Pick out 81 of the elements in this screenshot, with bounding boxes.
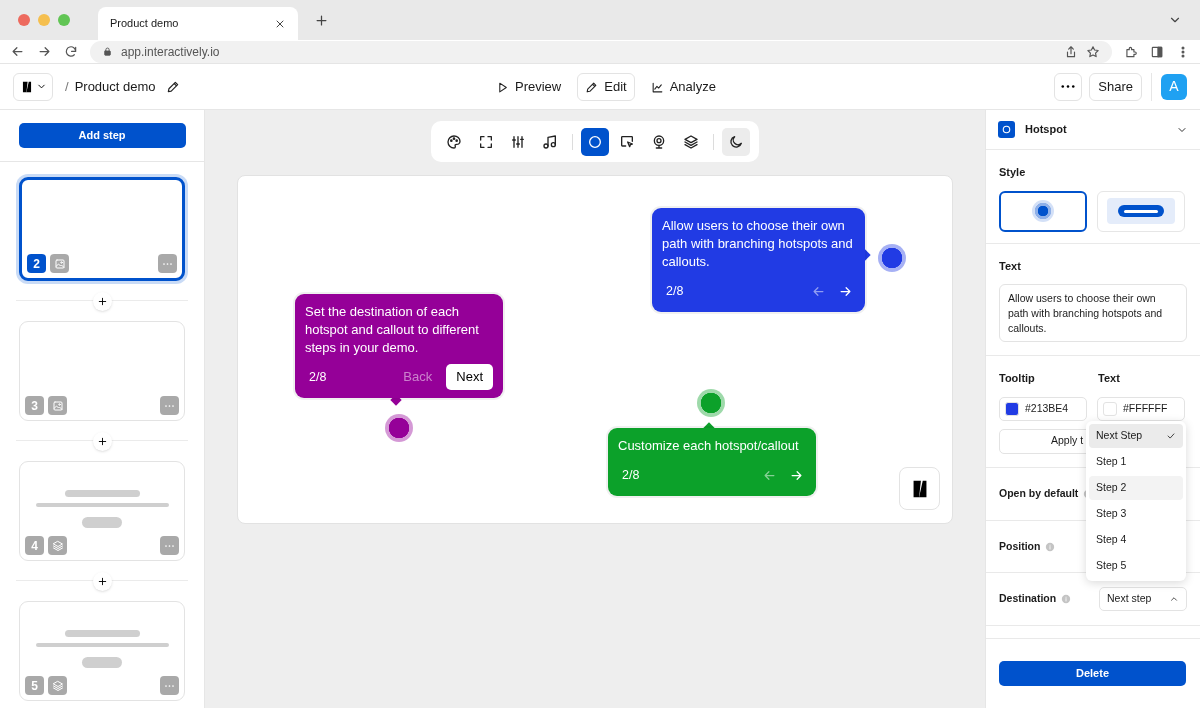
section-label: Text	[1098, 371, 1120, 386]
circle-tool-button[interactable]	[581, 127, 609, 156]
menu-item[interactable]: Step 2	[1089, 476, 1183, 500]
tooltip-text: Allow users to choose their own path with branching hotspots and callouts.	[662, 217, 854, 271]
tooltip-text: Set the destination of each hotspot and callout to different steps in your demo.	[305, 303, 480, 357]
add-step-button[interactable]: Add step	[18, 123, 186, 148]
field-label: Position	[999, 538, 1041, 554]
step-counter: 2/8	[309, 368, 327, 386]
menu-item[interactable]: Next Step	[1089, 424, 1183, 448]
style-option[interactable]	[999, 190, 1087, 232]
check-icon	[1166, 431, 1176, 441]
destination-dropdown[interactable]: Next step	[1099, 587, 1187, 611]
moon-icon	[728, 133, 744, 150]
step-number: 5	[25, 676, 44, 695]
reload-icon[interactable]	[64, 44, 78, 59]
sidebar-icon[interactable]	[1150, 44, 1164, 59]
more-button[interactable]	[1054, 72, 1083, 101]
bar-style-icon	[1107, 198, 1175, 224]
puzzle-icon[interactable]	[1124, 44, 1138, 59]
add-step-between-button[interactable]	[92, 431, 112, 451]
circle-icon	[587, 133, 603, 150]
close-window-button[interactable]	[18, 14, 30, 26]
plus-icon	[96, 575, 108, 587]
pencil-icon	[585, 80, 599, 94]
nav-tab[interactable]: Preview	[488, 73, 570, 101]
plus-icon	[96, 435, 108, 447]
step-thumbnail[interactable]: 2	[19, 177, 185, 281]
back-icon[interactable]	[10, 44, 25, 59]
chart-icon	[650, 80, 664, 94]
forward-icon[interactable]	[37, 44, 52, 59]
dark-mode-button[interactable]	[722, 127, 750, 156]
layers-icon	[683, 133, 699, 150]
more-icon	[164, 404, 175, 407]
more-icon	[1061, 85, 1076, 88]
address-bar[interactable]: app.interactively.io	[90, 40, 1112, 63]
palette-icon	[446, 133, 462, 150]
logo-menu-button[interactable]	[13, 72, 53, 101]
color-field[interactable]: #FFFFFF	[1097, 396, 1185, 421]
sliders-icon	[510, 133, 526, 150]
delete-button[interactable]: Delete	[999, 661, 1186, 686]
new-tab-icon[interactable]	[314, 12, 329, 28]
section-label: Text	[999, 259, 1022, 274]
section-label: Style	[999, 165, 1027, 180]
url-text: app.interactively.io	[121, 43, 220, 61]
music-note-icon	[542, 133, 558, 150]
field-label: Open by default	[999, 486, 1079, 502]
project-title: Product demo	[74, 77, 156, 96]
play-icon	[496, 80, 509, 94]
browser-tab[interactable]: Product demo	[98, 7, 298, 40]
share-button[interactable]: Share	[1089, 72, 1142, 101]
step-number: 3	[25, 396, 44, 415]
step-number: 4	[25, 536, 44, 555]
star-icon[interactable]	[1086, 44, 1100, 59]
plus-icon	[96, 295, 108, 307]
more-icon	[164, 684, 175, 687]
frame-icon	[478, 133, 494, 150]
nav-tab[interactable]: Analyze	[642, 73, 724, 101]
next-button[interactable]: Next	[446, 364, 493, 390]
section-label: Tooltip	[999, 371, 1036, 386]
tooltip-text: Customize each hotspot/callout	[618, 437, 800, 455]
color-field[interactable]: #213BE4	[999, 396, 1087, 421]
step-counter: 2/8	[622, 466, 640, 484]
text-input[interactable]: Allow users to choose their own path with branching hotspots and callouts.	[999, 283, 1187, 342]
breadcrumb-separator: /	[65, 77, 69, 96]
webcam-icon	[651, 133, 667, 150]
step-number: 2	[27, 254, 46, 273]
more-icon	[164, 544, 175, 547]
color-value: #213BE4	[1025, 400, 1069, 416]
color-value: #FFFFFF	[1123, 400, 1168, 416]
more-icon	[162, 262, 173, 265]
step-counter: 2/8	[666, 282, 684, 300]
tab-title: Product demo	[110, 16, 179, 32]
panel-title: Hotspot	[1025, 122, 1068, 138]
lock-icon	[102, 46, 113, 57]
nav-tab[interactable]: Edit	[577, 73, 635, 101]
add-step-between-button[interactable]	[92, 571, 112, 591]
pencil-icon[interactable]	[165, 79, 180, 94]
field-label: Destination	[999, 591, 1057, 607]
add-step-between-button[interactable]	[92, 291, 112, 311]
cursor-icon	[619, 133, 635, 150]
share-icon[interactable]	[1064, 44, 1078, 59]
